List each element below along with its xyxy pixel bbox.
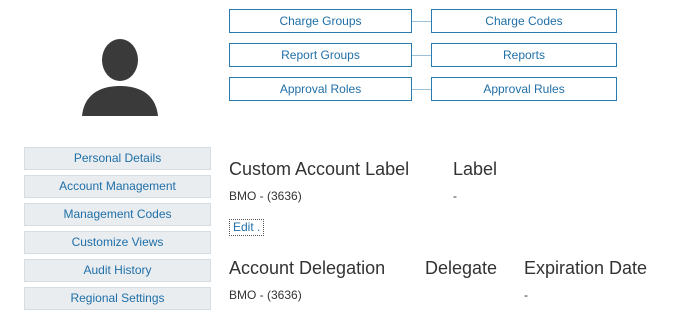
sidebar-item-regional-settings[interactable]: Regional Settings [24, 287, 211, 310]
admin-navigation-grid: Charge Groups Charge Codes Report Groups… [229, 8, 617, 103]
custom-label-account-name: BMO - (3636) [229, 189, 302, 203]
sidebar-item-management-codes[interactable]: Management Codes [24, 203, 211, 226]
charge-groups-button[interactable]: Charge Groups [229, 9, 412, 33]
delegation-account-name: BMO - (3636) [229, 288, 302, 302]
connector-line [412, 55, 431, 56]
sidebar-item-account-management[interactable]: Account Management [24, 175, 211, 198]
approval-roles-button[interactable]: Approval Roles [229, 77, 412, 101]
sidebar-item-personal-details[interactable]: Personal Details [24, 147, 211, 170]
connector-line [412, 89, 431, 90]
charge-codes-button[interactable]: Charge Codes [431, 9, 617, 33]
report-groups-button[interactable]: Report Groups [229, 43, 412, 67]
sidebar-menu: Personal Details Account Management Mana… [24, 147, 211, 315]
sidebar-item-customize-views[interactable]: Customize Views [24, 231, 211, 254]
custom-label-value: - [453, 189, 457, 203]
delegation-expiration-value: - [524, 288, 528, 302]
edit-label-link[interactable]: Edit . [229, 219, 265, 236]
connector-line [412, 21, 431, 22]
account-delegation-heading: Account Delegation [229, 258, 386, 278]
expiration-date-column-heading: Expiration Date [524, 258, 648, 278]
reports-button[interactable]: Reports [431, 43, 617, 67]
delegate-column-heading: Delegate [425, 258, 498, 278]
custom-account-label-heading: Custom Account Label [229, 159, 410, 179]
user-avatar-icon [82, 39, 158, 116]
label-column-heading: Label [453, 159, 498, 179]
approval-rules-button[interactable]: Approval Rules [431, 77, 617, 101]
sidebar-item-audit-history[interactable]: Audit History [24, 259, 211, 282]
